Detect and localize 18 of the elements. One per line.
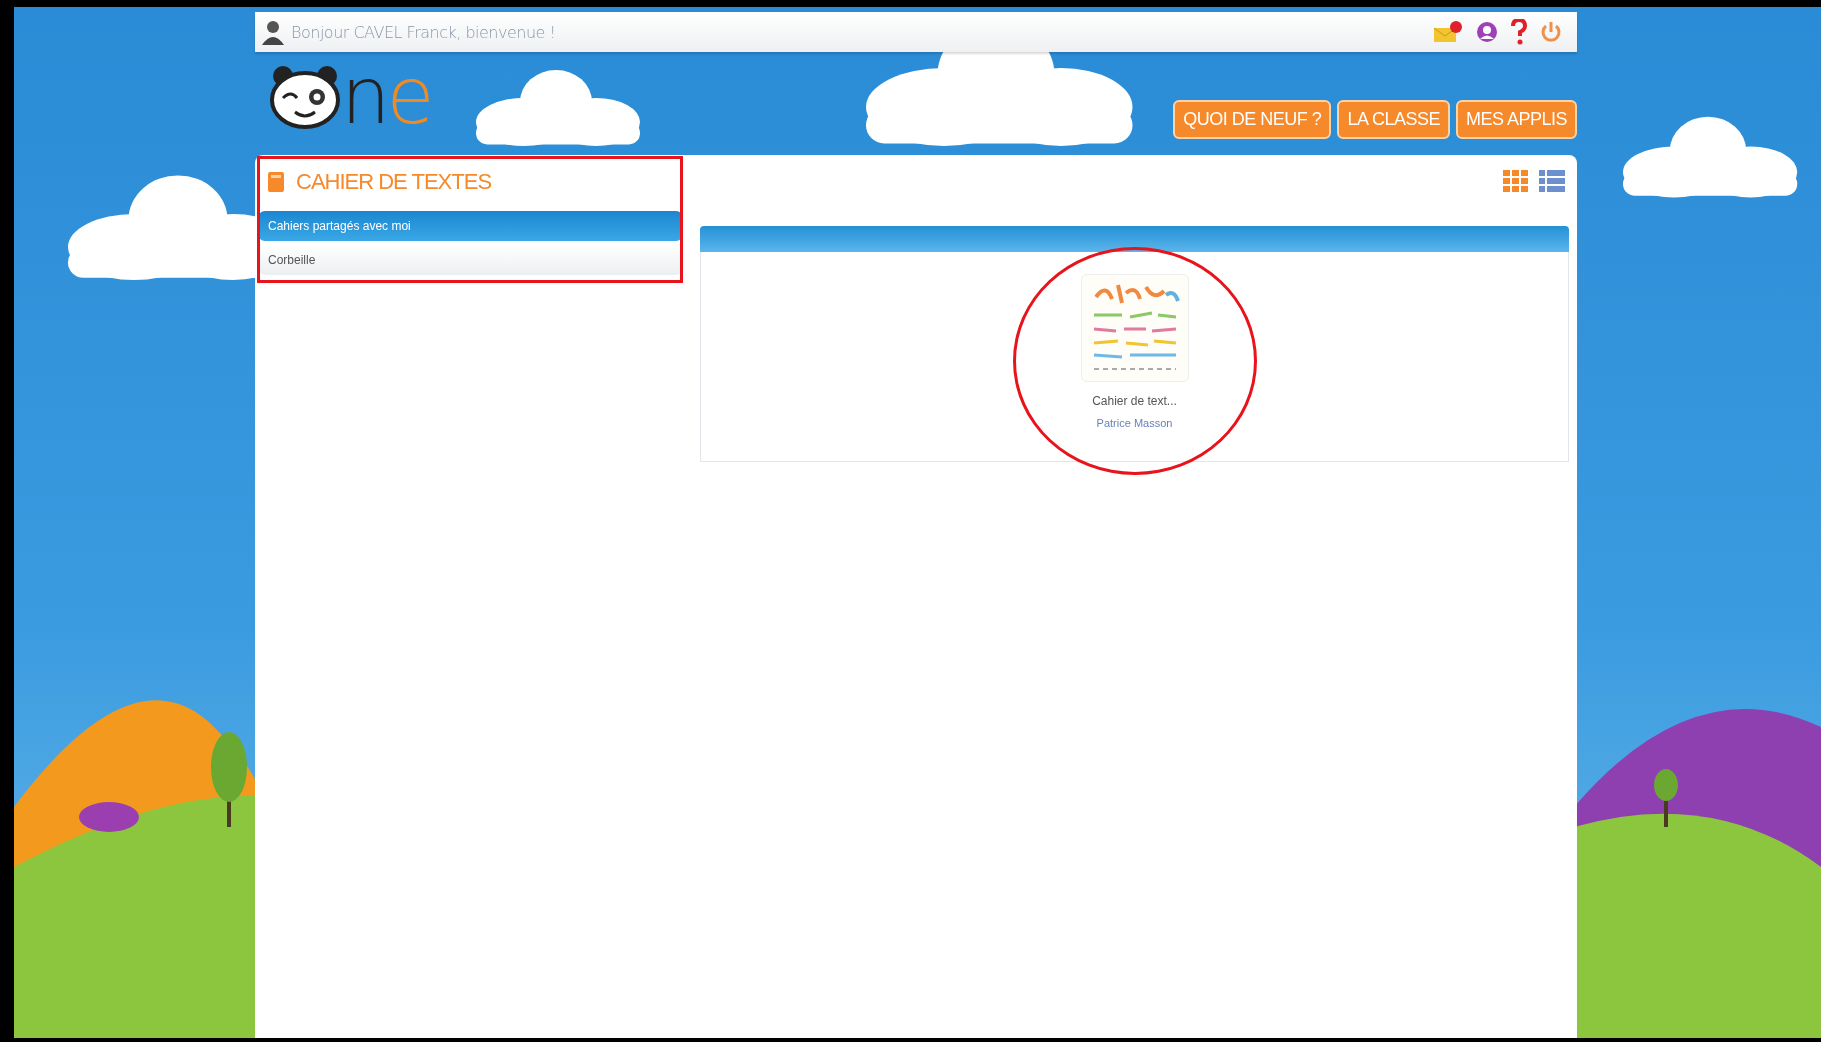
tree-drawing: [1654, 769, 1678, 827]
notebook-title: Cahier de text...: [1092, 394, 1177, 408]
notebook-icon: [268, 172, 284, 192]
user-icon[interactable]: [1475, 20, 1499, 44]
nav-button[interactable]: LA CLASSE: [1337, 100, 1450, 139]
mail-icon[interactable]: [1433, 20, 1463, 44]
list-view-button[interactable]: [1539, 170, 1565, 192]
logo-text: ne: [341, 66, 431, 130]
nav-button[interactable]: QUOI DE NEUF ?: [1173, 100, 1332, 139]
nav-button[interactable]: MES APPLIS: [1455, 100, 1577, 139]
notebook-card[interactable]: Cahier de text... Patrice Masson: [1064, 274, 1205, 461]
grid-view-button[interactable]: [1503, 170, 1529, 192]
notebook-owner: Patrice Masson: [1096, 417, 1173, 429]
help-icon[interactable]: [1511, 19, 1527, 45]
sidebar-item[interactable]: Cahiers partagés avec moi: [258, 211, 683, 241]
avatar-icon: [261, 19, 285, 45]
app-title: CAHIER DE TEXTES: [296, 169, 492, 195]
greeting-text: Bonjour CAVEL Franck, bienvenue !: [291, 22, 556, 42]
